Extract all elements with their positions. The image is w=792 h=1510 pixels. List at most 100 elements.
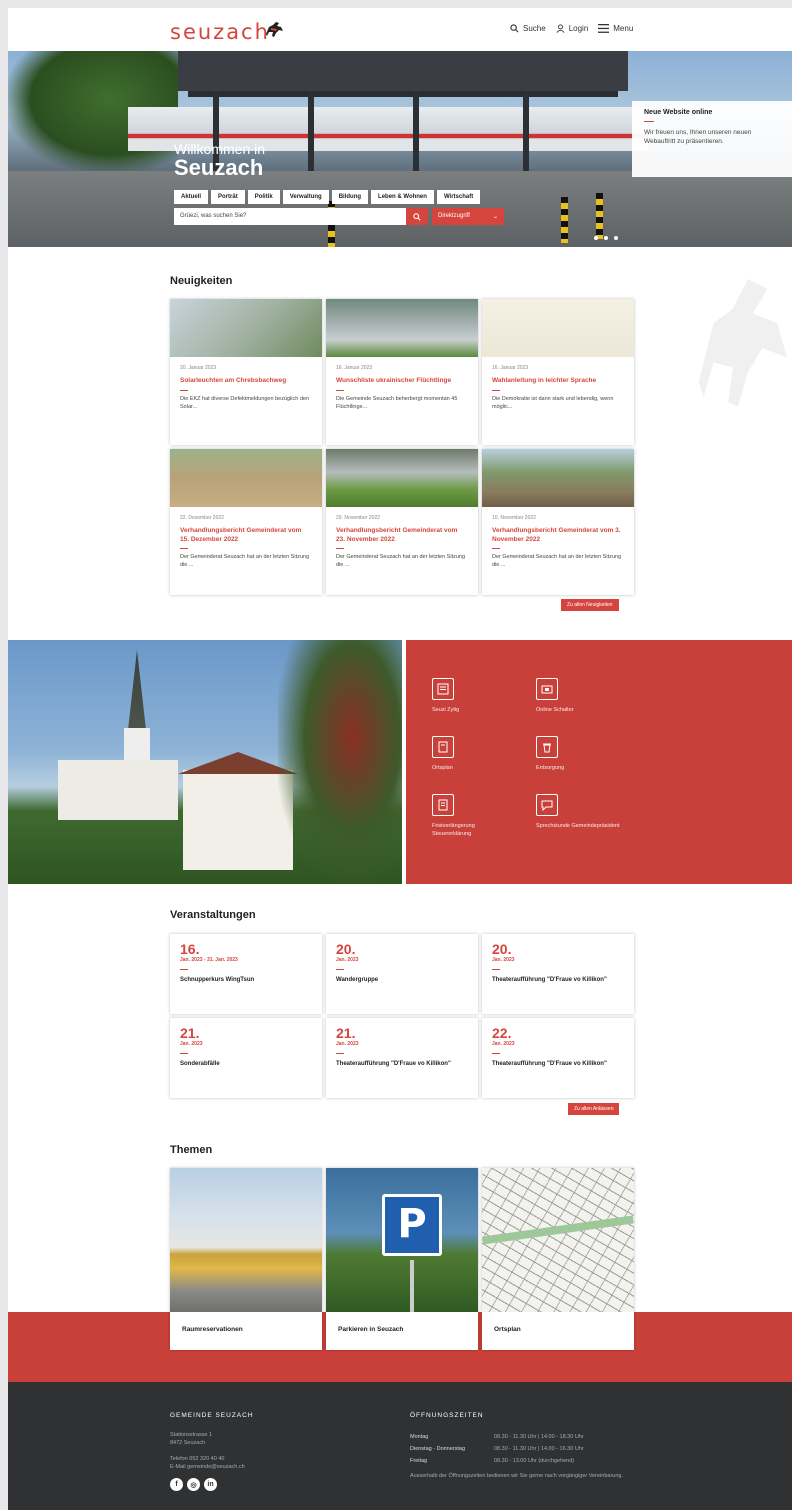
news-date: 16. Januar 2023 xyxy=(492,365,529,371)
instagram-icon[interactable]: ◎ xyxy=(187,1478,200,1491)
service-label: Online Schalter xyxy=(536,707,574,713)
news-title: Solarleuchten am Chrebsbachweg xyxy=(180,377,287,384)
search-link-label: Suche xyxy=(523,24,546,33)
tab-bildung[interactable]: Bildung xyxy=(331,190,369,204)
news-card[interactable]: 20. Januar 2023 Solarleuchten am Chrebsb… xyxy=(170,299,322,445)
news-date: 29. November 2022 xyxy=(336,515,380,521)
service-entsorgung[interactable]: Entsorgung xyxy=(536,736,564,772)
service-online-schalter[interactable]: Online Schalter xyxy=(536,678,574,714)
news-image xyxy=(482,299,634,357)
news-title: Wunschliste ukrainischer Flüchtlinge xyxy=(336,377,452,384)
news-announcement-box[interactable]: Neue Website online Wir freuen uns, Ihne… xyxy=(632,101,792,177)
event-day: 16. xyxy=(180,941,200,957)
hours-time: 08.30 - 11.30 Uhr | 14.00 - 18.30 Uhr xyxy=(494,1434,584,1440)
event-card[interactable]: 20. Jan. 2023 Wandergruppe xyxy=(326,934,478,1014)
facebook-icon[interactable]: f xyxy=(170,1478,183,1491)
tab-wirtschaft[interactable]: Wirtschaft xyxy=(436,190,481,204)
news-image xyxy=(326,299,478,357)
site-logo[interactable]: seuzach xyxy=(170,20,270,44)
event-title: Theateraufführung "D'Fraue vo Killikon" xyxy=(492,1061,607,1067)
news-excerpt: Die Demokratie ist dann stark und lebend… xyxy=(492,396,614,410)
event-date-range: Jan. 2023 xyxy=(492,957,515,963)
hero-search-button[interactable] xyxy=(406,208,428,225)
tab-politik[interactable]: Politik xyxy=(247,190,280,204)
footer-email[interactable]: E-Mail gemeinde@seuzach.ch xyxy=(170,1464,245,1470)
service-sprechstunde[interactable]: Sprechstunde Gemeindepräsident xyxy=(536,794,626,830)
event-date-range: Jan. 2023 - 31. Jan. 2023 xyxy=(180,957,238,963)
tab-leben-wohnen[interactable]: Leben & Wohnen xyxy=(371,190,434,204)
footer-phone[interactable]: Telefon 052 320 40 40 xyxy=(170,1456,224,1462)
event-card[interactable]: 21. Jan. 2023 Sonderabfälle xyxy=(170,1018,322,1098)
all-news-button[interactable]: Zu allen Neuigkeiten xyxy=(561,599,619,611)
news-date: 10. November 2022 xyxy=(492,515,536,521)
hero-tabs: Aktuell Porträt Politik Verwaltung Bildu… xyxy=(174,190,481,204)
theme-card[interactable]: Ortsplan xyxy=(482,1168,634,1350)
tab-verwaltung[interactable]: Verwaltung xyxy=(282,190,329,204)
search-icon xyxy=(510,24,519,33)
theme-image: P xyxy=(326,1168,478,1312)
user-icon xyxy=(556,24,565,33)
quick-access-dropdown[interactable]: Direktzugriff ⌄ xyxy=(432,208,504,225)
news-date: 16. Januar 2023 xyxy=(336,365,373,371)
footer-org-title: GEMEINDE SEUZACH xyxy=(170,1412,254,1419)
event-title: Schnupperkurs WingTsun xyxy=(180,977,255,983)
carousel-dot[interactable] xyxy=(594,236,598,240)
event-card[interactable]: 20. Jan. 2023 Theateraufführung "D'Fraue… xyxy=(482,934,634,1014)
church-photo xyxy=(8,640,402,884)
event-title: Theateraufführung "D'Fraue vo Killikon" xyxy=(492,977,607,983)
event-title: Sonderabfälle xyxy=(180,1061,220,1067)
social-links: f ◎ in xyxy=(170,1478,217,1491)
news-card[interactable]: 16. Januar 2023 Wunschliste ukrainischer… xyxy=(326,299,478,445)
news-excerpt: Die Gemeinde Seuzach beherbergt momentan… xyxy=(336,396,458,410)
all-events-button[interactable]: Zu allen Anlässen xyxy=(568,1103,620,1115)
event-date-range: Jan. 2023 xyxy=(336,957,359,963)
footer-address: Stationsstrasse 1 xyxy=(170,1432,213,1438)
service-label: Seuzi Zytig xyxy=(432,707,460,713)
horse-logo-icon xyxy=(266,22,283,37)
tab-aktuell[interactable]: Aktuell xyxy=(174,190,209,204)
theme-card[interactable]: Raumreservationen xyxy=(170,1168,322,1350)
search-link[interactable]: Suche xyxy=(510,24,546,33)
page: seuzach Suche Login Menu Willkommen in S… xyxy=(8,8,792,1510)
linkedin-icon[interactable]: in xyxy=(204,1478,217,1491)
announcement-text: Wir freuen uns, Ihnen unseren neuen Weba… xyxy=(644,129,752,145)
chat-icon xyxy=(536,794,558,816)
counter-icon xyxy=(536,678,558,700)
theme-image xyxy=(482,1168,634,1312)
service-fristverlaengerung[interactable]: Fristverlängerung Steuererklärung xyxy=(432,794,512,838)
service-label: Entsorgung xyxy=(536,765,565,771)
carousel-dots xyxy=(594,236,618,240)
carousel-dot[interactable] xyxy=(614,236,618,240)
tab-portraet[interactable]: Porträt xyxy=(211,190,245,204)
service-label: Sprechstunde Gemeindepräsident xyxy=(536,823,620,829)
news-card[interactable]: 29. November 2022 Verhandlungsbericht Ge… xyxy=(326,449,478,595)
event-card[interactable]: 21. Jan. 2023 Theateraufführung "D'Fraue… xyxy=(326,1018,478,1098)
theme-card[interactable]: P Parkieren in Seuzach xyxy=(326,1168,478,1350)
theme-image xyxy=(170,1168,322,1312)
site-header: seuzach Suche Login Menu xyxy=(8,8,792,51)
service-ortsplan[interactable]: Ortsplan xyxy=(432,736,454,772)
hours-note: Ausserhalb der Öffnungszeiten bedienen w… xyxy=(410,1473,624,1479)
hours-day: Dienstag - Donnerstag xyxy=(410,1446,466,1452)
events-section-title: Veranstaltungen xyxy=(170,909,256,921)
theme-label: Ortsplan xyxy=(494,1326,521,1333)
login-link[interactable]: Login xyxy=(556,24,588,33)
news-card[interactable]: 16. Januar 2023 Wahlanleitung in leichte… xyxy=(482,299,634,445)
news-excerpt: Der Gemeinderat Seuzach hat an der letzt… xyxy=(492,554,622,568)
site-footer: GEMEINDE SEUZACH Stationsstrasse 1 8472 … xyxy=(8,1382,792,1510)
hero-search-input[interactable]: Grüezi, was suchen Sie? xyxy=(174,208,418,225)
hours-day: Montag xyxy=(410,1434,429,1440)
chevron-down-icon: ⌄ xyxy=(492,214,498,220)
event-date-range: Jan. 2023 xyxy=(180,1041,203,1047)
carousel-dot[interactable] xyxy=(604,236,608,240)
services-panel: Seuzi Zytig Online Schalter Ortsplan Ent… xyxy=(406,640,792,884)
event-day: 21. xyxy=(180,1025,200,1041)
event-card[interactable]: 22. Jan. 2023 Theateraufführung "D'Fraue… xyxy=(482,1018,634,1098)
news-card[interactable]: 10. November 2022 Verhandlungsbericht Ge… xyxy=(482,449,634,595)
menu-button[interactable]: Menu xyxy=(598,24,633,33)
news-card[interactable]: 22. Dezember 2022 Verhandlungsbericht Ge… xyxy=(170,449,322,595)
service-seuzi-zytig[interactable]: Seuzi Zytig xyxy=(432,678,459,714)
news-title: Verhandlungsbericht Gemeinderat vom 15. … xyxy=(180,527,302,543)
news-image xyxy=(170,449,322,507)
event-card[interactable]: 16. Jan. 2023 - 31. Jan. 2023 Schnupperk… xyxy=(170,934,322,1014)
